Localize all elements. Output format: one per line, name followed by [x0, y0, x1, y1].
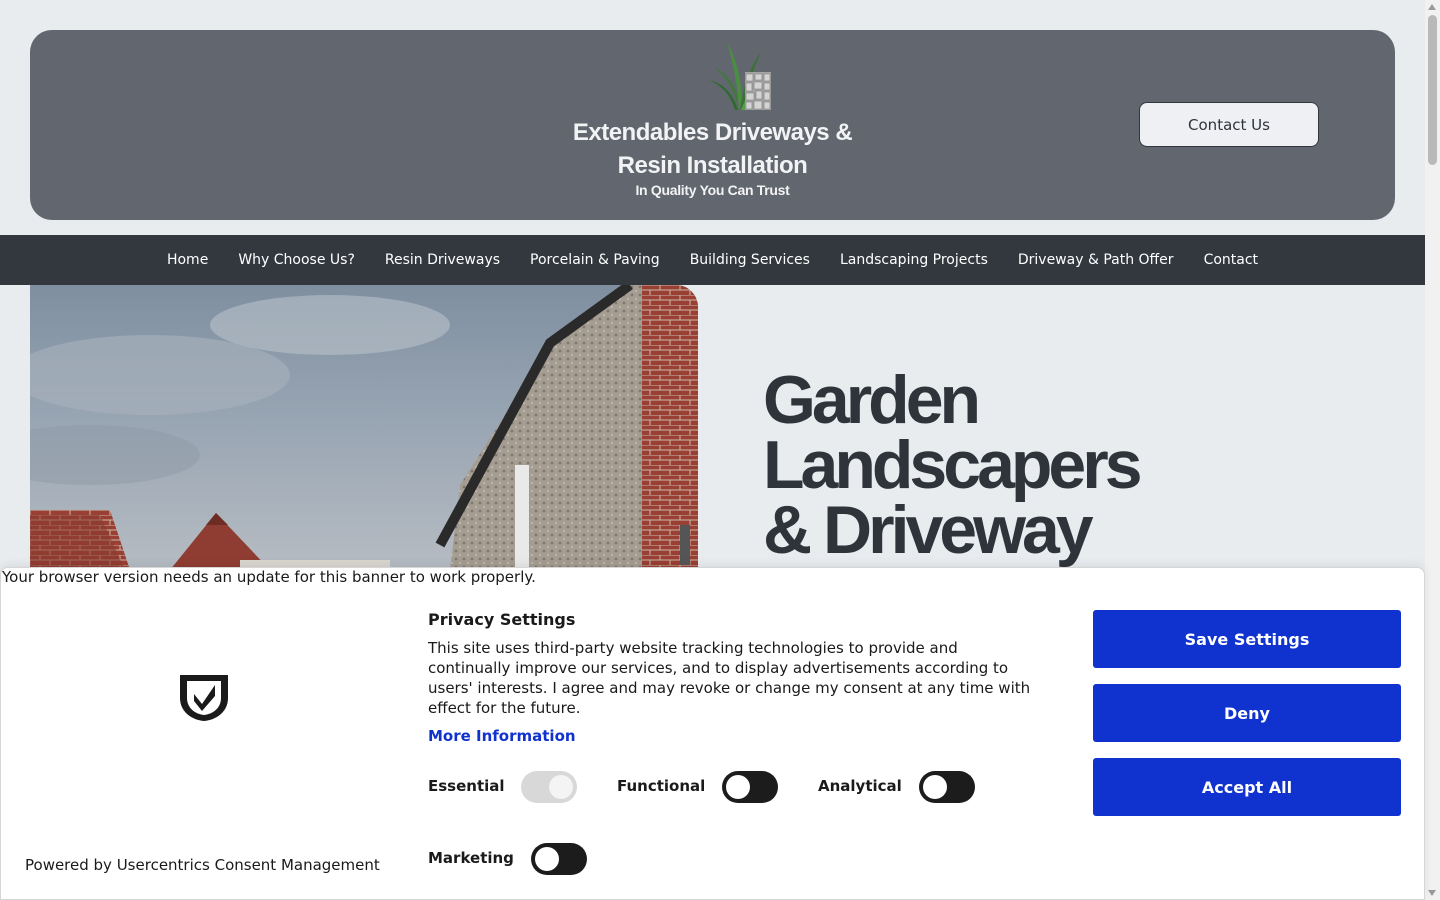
hero-heading: Garden Landscapers & Driveway	[763, 362, 1363, 568]
toggle-knob	[923, 775, 947, 799]
privacy-description: This site uses third-party website track…	[428, 639, 1031, 717]
nav-item-landscaping-projects[interactable]: Landscaping Projects	[840, 252, 988, 268]
powered-by-usercentrics: Powered by Usercentrics Consent Manageme…	[25, 856, 380, 874]
nav-item-why-choose-us[interactable]: Why Choose Us?	[238, 252, 355, 268]
site-header: Extendables Driveways & Resin Installati…	[30, 30, 1395, 220]
nav-item-resin-driveways[interactable]: Resin Driveways	[385, 252, 500, 268]
essential-label: Essential	[428, 777, 505, 795]
hero-heading-line1: Garden	[763, 362, 981, 438]
analytical-label: Analytical	[818, 777, 902, 795]
marketing-label: Marketing	[428, 849, 514, 867]
functional-toggle[interactable]	[722, 771, 778, 803]
nav-item-contact[interactable]: Contact	[1204, 252, 1258, 268]
hero-heading-line2: Landscapers	[763, 427, 1143, 503]
grass-paving-logo[interactable]	[705, 38, 773, 112]
more-information-link[interactable]: More Information	[428, 727, 576, 745]
save-settings-button[interactable]: Save Settings	[1093, 610, 1401, 668]
page-scrollbar[interactable]	[1425, 0, 1440, 900]
hero-image	[30, 285, 698, 570]
scroll-down-arrow-icon[interactable]	[1428, 890, 1436, 896]
privacy-settings-title: Privacy Settings	[428, 610, 576, 629]
essential-toggle	[521, 771, 577, 803]
nav-item-driveway-path-offer[interactable]: Driveway & Path Offer	[1018, 252, 1174, 268]
toggle-knob	[535, 847, 559, 871]
toggle-knob	[549, 775, 573, 799]
hero-house-illustration	[30, 285, 698, 570]
nav-item-building-services[interactable]: Building Services	[690, 252, 810, 268]
shield-check-icon	[180, 675, 228, 721]
main-nav: Home Why Choose Us? Resin Driveways Porc…	[0, 235, 1425, 285]
site-title-line2: Resin Installation	[617, 152, 808, 179]
scroll-up-arrow-icon[interactable]	[1428, 4, 1436, 10]
functional-label: Functional	[617, 777, 706, 795]
consent-banner: Your browser version needs an update for…	[0, 567, 1425, 900]
analytical-toggle[interactable]	[919, 771, 975, 803]
contact-us-button[interactable]: Contact Us	[1139, 102, 1319, 147]
site-tagline: In Quality You Can Trust	[635, 182, 790, 198]
nav-item-porcelain-paving[interactable]: Porcelain & Paving	[530, 252, 660, 268]
accept-all-button[interactable]: Accept All	[1093, 758, 1401, 816]
hero-heading-line3: & Driveway	[763, 492, 1094, 568]
toggle-knob	[726, 775, 750, 799]
browser-update-notice: Your browser version needs an update for…	[2, 568, 536, 586]
scrollbar-thumb[interactable]	[1428, 15, 1437, 165]
deny-button[interactable]: Deny	[1093, 684, 1401, 742]
nav-item-home[interactable]: Home	[167, 252, 208, 268]
marketing-toggle[interactable]	[531, 843, 587, 875]
